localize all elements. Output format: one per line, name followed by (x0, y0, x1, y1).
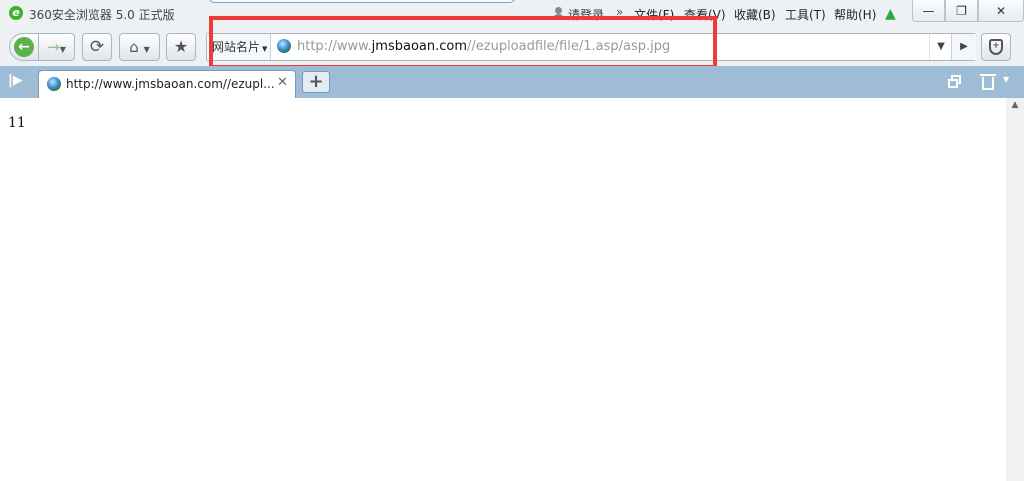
site-card-button[interactable]: 网站名片 ▼ (207, 34, 271, 60)
tab-active[interactable]: http://www.jmsbaoan.com//ezupl... ✕ (38, 70, 296, 98)
shield-icon: + (989, 39, 1003, 55)
title-bar: e 360安全浏览器 5.0 正式版 请登录 » 文件(F) 查看(V) 收藏(… (0, 0, 1024, 28)
url-domain: jmsbaoan.com (371, 39, 467, 54)
menu-view[interactable]: 查看(V) (684, 6, 726, 23)
home-button[interactable]: ⌂ ▼ (119, 33, 160, 61)
minimize-button[interactable]: — (912, 0, 945, 22)
star-icon: ★ (173, 37, 189, 56)
back-arrow-icon: ← (14, 37, 34, 57)
address-dropdown-icon[interactable]: ▼ (929, 34, 952, 60)
scroll-up-icon[interactable]: ▲ (1006, 100, 1024, 110)
forward-button[interactable]: →▼ (38, 33, 75, 61)
globe-icon (277, 39, 291, 53)
favorite-button[interactable]: ★ (166, 33, 196, 61)
restore-windows-icon[interactable] (948, 75, 962, 88)
chevron-down-icon: ▼ (262, 45, 268, 53)
browser-logo-icon: e (9, 6, 23, 20)
restore-button[interactable]: ❐ (945, 0, 978, 22)
address-bar[interactable]: 网站名片 ▼ http://www.jmsbaoan.com//ezuploadf… (206, 33, 976, 61)
refresh-button[interactable]: ⟳ (82, 33, 112, 61)
security-shield-button[interactable]: + (981, 33, 1011, 61)
site-card-label: 网站名片 (212, 40, 261, 54)
window-title: 360安全浏览器 5.0 正式版 (29, 8, 175, 22)
tab-title: http://www.jmsbaoan.com//ezupl... (66, 77, 275, 91)
go-button[interactable]: ▶ (951, 34, 976, 60)
sidebar-toggle-icon[interactable]: |▶ (8, 73, 23, 88)
page-body-text: 11 (8, 115, 26, 131)
url-prefix: http://www. (297, 39, 372, 54)
chevron-down-icon[interactable]: ▼ (144, 45, 150, 54)
tab-close-icon[interactable]: ✕ (277, 75, 288, 90)
new-tab-button[interactable]: + (302, 71, 330, 93)
skin-shirt-icon[interactable]: ▲ (885, 6, 896, 22)
menu-help[interactable]: 帮助(H) (834, 6, 876, 23)
url-input[interactable]: http://www.jmsbaoan.com//ezuploadfile/fi… (297, 34, 670, 60)
home-icon: ⌂ (129, 38, 139, 56)
page-content: 11 (0, 98, 1006, 481)
title-bar-popup-edge (208, 0, 516, 3)
chevron-down-icon[interactable]: ▼ (1003, 75, 1009, 84)
chevron-down-icon[interactable]: ▼ (60, 45, 66, 54)
login-link[interactable]: 请登录 (568, 6, 604, 23)
refresh-icon: ⟳ (89, 37, 105, 57)
tab-bar: |▶ http://www.jmsbaoan.com//ezupl... ✕ +… (0, 66, 1024, 98)
more-menu-icon[interactable]: » (616, 5, 623, 19)
menu-favorites[interactable]: 收藏(B) (734, 6, 776, 23)
menu-file[interactable]: 文件(F) (634, 6, 674, 23)
navigation-toolbar: ← →▼ ⟳ ⌂ ▼ ★ 网站名片 ▼ http://www.jmsbaoan.c… (0, 28, 1024, 66)
forward-arrow-icon: → (47, 38, 60, 56)
close-button[interactable]: ✕ (978, 0, 1024, 22)
menu-tools[interactable]: 工具(T) (785, 6, 826, 23)
url-path: //ezuploadfile/file/1.asp/asp.jpg (467, 39, 671, 54)
user-icon[interactable] (553, 7, 564, 19)
vertical-scrollbar[interactable]: ▲ (1006, 98, 1024, 481)
back-button[interactable]: ← (9, 33, 39, 61)
trash-icon[interactable] (980, 73, 996, 91)
tab-favicon-icon (47, 77, 61, 91)
